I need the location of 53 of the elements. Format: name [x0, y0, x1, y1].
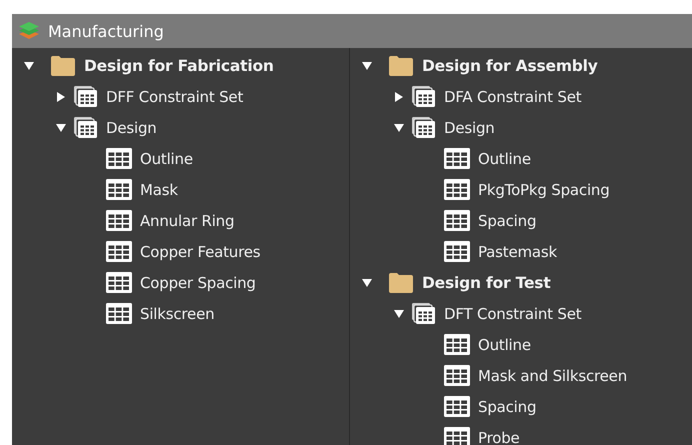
tree-item[interactable]: DFF Constraint Set [106, 88, 244, 106]
tree-item[interactable]: Design [444, 118, 495, 136]
tree-item[interactable]: Spacing [478, 398, 536, 416]
table-stack-icon [74, 116, 98, 138]
window-title: Manufacturing [48, 22, 164, 40]
expanded-arrow-icon[interactable] [23, 60, 35, 72]
table-icon [106, 303, 132, 324]
table-icon [444, 334, 470, 355]
tree-item[interactable]: Design for Assembly [422, 56, 598, 74]
tree-item[interactable]: DFA Constraint Set [444, 88, 582, 106]
tree-item[interactable]: Silkscreen [140, 304, 214, 322]
tree-item[interactable]: DFT Constraint Set [444, 304, 582, 322]
tree-item[interactable]: Design for Test [422, 274, 551, 292]
table-icon [444, 148, 470, 169]
tree-item[interactable]: Spacing [478, 212, 536, 230]
expanded-arrow-icon[interactable] [393, 308, 405, 320]
collapsed-arrow-icon[interactable] [393, 90, 405, 102]
table-icon [106, 148, 132, 169]
expanded-arrow-icon[interactable] [55, 122, 67, 134]
tree-item[interactable]: Outline [478, 336, 531, 354]
layers-icon [18, 22, 40, 40]
folder-icon [50, 54, 76, 76]
expanded-arrow-icon[interactable] [361, 60, 373, 72]
folder-icon [388, 54, 414, 76]
expanded-arrow-icon[interactable] [393, 122, 405, 134]
tree-item[interactable]: Design for Fabrication [84, 56, 274, 74]
table-stack-icon [412, 302, 436, 324]
folder-icon [388, 272, 414, 294]
tree-item[interactable]: Mask [140, 180, 178, 198]
table-stack-icon [412, 86, 436, 108]
table-icon [106, 241, 132, 262]
table-stack-icon [412, 116, 436, 138]
expanded-arrow-icon[interactable] [361, 276, 373, 288]
tree-item[interactable]: Annular Ring [140, 212, 234, 230]
table-icon [106, 272, 132, 293]
tree-item[interactable]: Copper Features [140, 242, 260, 260]
collapsed-arrow-icon[interactable] [55, 90, 67, 102]
tree-item[interactable]: Outline [478, 150, 531, 168]
table-icon [106, 179, 132, 200]
table-icon [444, 365, 470, 386]
table-icon [444, 210, 470, 231]
tree-item[interactable]: Copper Spacing [140, 274, 256, 292]
table-icon [444, 396, 470, 417]
tree-item[interactable]: Design [106, 118, 157, 136]
table-stack-icon [74, 86, 98, 108]
tree-item[interactable]: Pastemask [478, 242, 557, 260]
tree-item[interactable]: Mask and Silkscreen [478, 366, 627, 384]
tree-item[interactable]: Probe [478, 428, 520, 445]
tree-item[interactable]: PkgToPkg Spacing [478, 180, 610, 198]
table-icon [444, 179, 470, 200]
table-icon [106, 210, 132, 231]
tree-item[interactable]: Outline [140, 150, 193, 168]
table-icon [444, 241, 470, 262]
